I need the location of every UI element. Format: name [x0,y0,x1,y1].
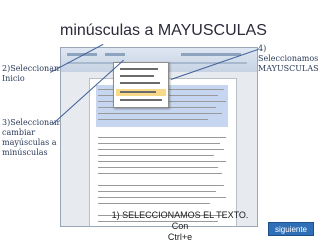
step-2-note: 2)Seleccionamos Inicio [2,64,71,83]
caption-line-1: 1) SELECCIONAMOS EL TEXTO. Con [111,210,249,231]
next-button[interactable]: siguiente [268,222,314,236]
caption-line-2: Ctrl+e [167,232,193,242]
step-4-note: 4) Seleccionamos MAYUSCULAS [258,44,319,73]
slide: minúsculas a MAYUSCULAS 2)Seleccionamos … [0,0,320,243]
step-3-note: 3)Seleccionamos cambiar mayúsculas a min… [2,118,71,157]
slide-title: minúsculas a MAYUSCULAS [60,22,267,39]
word-screenshot [60,47,258,227]
step-1-caption: 1) SELECCIONAMOS EL TEXTO. Con Ctrl+e [110,210,250,243]
change-case-menu [113,62,169,108]
